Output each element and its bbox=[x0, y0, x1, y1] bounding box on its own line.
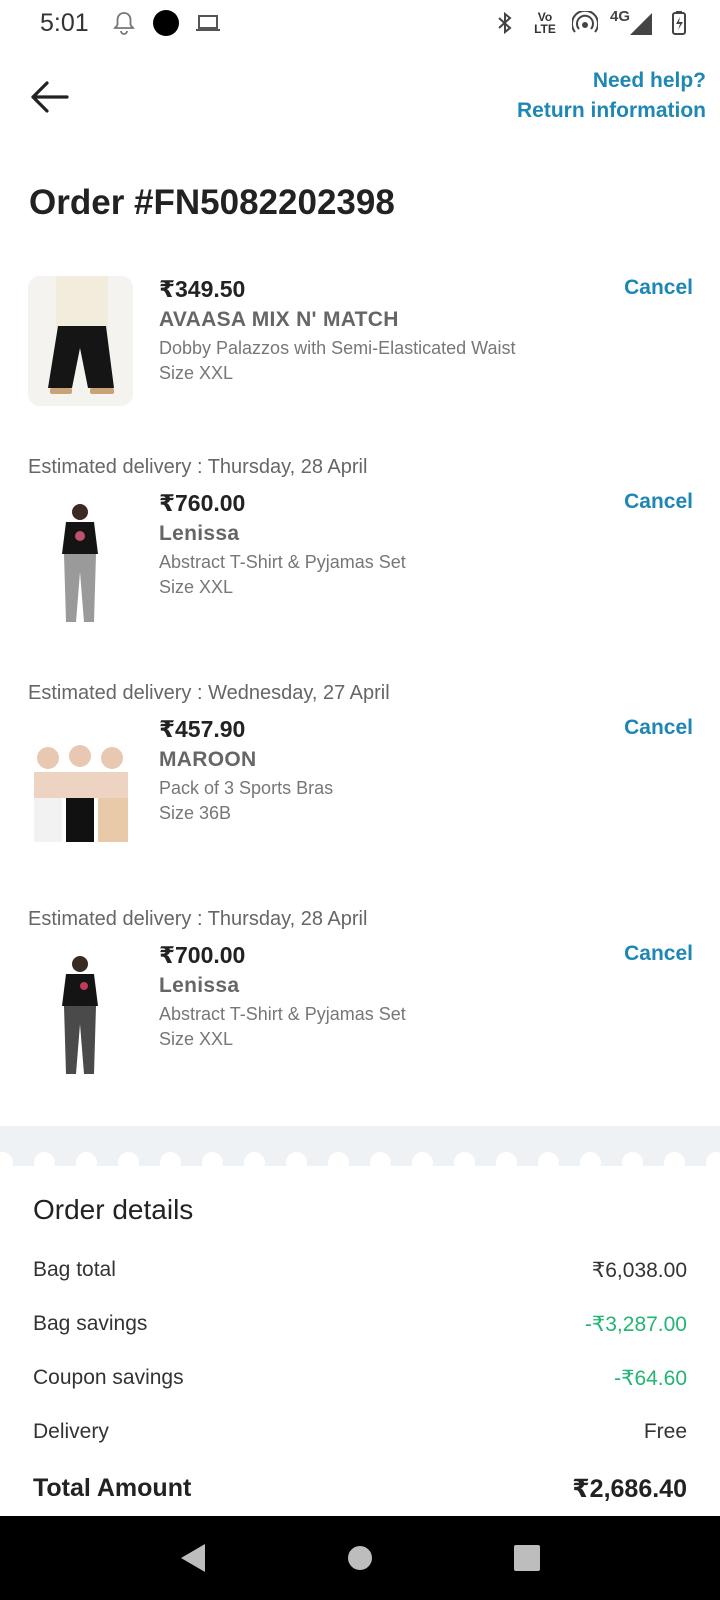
notification-bell-icon bbox=[111, 10, 137, 36]
back-arrow-icon bbox=[31, 81, 69, 113]
estimated-delivery: Estimated delivery : Thursday, 28 April bbox=[28, 456, 368, 478]
battery-charging-icon bbox=[666, 10, 692, 36]
volte-bottom-label: LTE bbox=[534, 22, 556, 36]
product-image[interactable] bbox=[28, 276, 133, 406]
item-size: Size 36B bbox=[159, 803, 232, 823]
item-size: Size XXL bbox=[159, 1029, 234, 1049]
return-information-link[interactable]: Return information bbox=[517, 96, 706, 126]
cancel-button[interactable]: Cancel bbox=[624, 716, 693, 740]
bag-savings-row: Bag savings -₹3,287.00 bbox=[33, 1312, 687, 1337]
system-nav-bar bbox=[0, 1516, 720, 1600]
order-details-title: Order details bbox=[33, 1194, 194, 1225]
nav-back-button[interactable] bbox=[173, 1538, 213, 1578]
estimated-delivery: Estimated delivery : Wednesday, 27 April bbox=[28, 682, 390, 704]
row-label: Bag total bbox=[33, 1258, 116, 1281]
item-brand: Lenissa bbox=[159, 522, 240, 545]
item-price: ₹760.00 bbox=[159, 490, 246, 516]
total-value: ₹2,686.40 bbox=[572, 1475, 687, 1503]
row-value: -₹64.60 bbox=[614, 1367, 687, 1390]
row-value: ₹6,038.00 bbox=[591, 1259, 687, 1282]
item-brand: Lenissa bbox=[159, 974, 240, 997]
item-size: Size XXL bbox=[159, 363, 234, 383]
total-label: Total Amount bbox=[33, 1474, 192, 1502]
order-title: Order #FN5082202398 bbox=[29, 183, 395, 222]
cancel-button[interactable]: Cancel bbox=[624, 276, 693, 300]
cancel-button[interactable]: Cancel bbox=[624, 490, 693, 514]
item-brand: MAROON bbox=[159, 748, 257, 771]
estimated-delivery: Estimated delivery : Thursday, 28 April bbox=[28, 908, 368, 930]
network-type-label: 4G bbox=[610, 8, 631, 25]
bag-total-row: Bag total ₹6,038.00 bbox=[33, 1258, 687, 1283]
item-price: ₹457.90 bbox=[159, 716, 246, 742]
item-price: ₹349.50 bbox=[159, 276, 246, 302]
laptop-icon bbox=[195, 10, 221, 36]
cancel-button[interactable]: Cancel bbox=[624, 942, 693, 966]
item-description: Pack of 3 Sports Bras bbox=[159, 778, 334, 798]
square-recents-icon bbox=[513, 1545, 540, 1571]
status-time: 5:01 bbox=[40, 8, 89, 37]
item-brand: AVAASA MIX N' MATCH bbox=[159, 308, 399, 331]
bluetooth-icon bbox=[492, 10, 518, 36]
row-label: Bag savings bbox=[33, 1312, 148, 1335]
delivery-row: Delivery Free bbox=[33, 1420, 687, 1444]
nav-recents-button[interactable] bbox=[507, 1538, 547, 1578]
hotspot-icon bbox=[572, 10, 598, 36]
volte-icon: Vo LTE bbox=[530, 10, 560, 36]
triangle-back-icon bbox=[181, 1544, 206, 1572]
coupon-savings-row: Coupon savings -₹64.60 bbox=[33, 1366, 687, 1391]
item-description: Dobby Palazzos with Semi-Elasticated Wai… bbox=[159, 338, 516, 358]
circle-home-icon bbox=[347, 1546, 372, 1570]
signal-icon: 4G bbox=[610, 8, 654, 36]
item-size: Size XXL bbox=[159, 577, 234, 597]
back-button[interactable] bbox=[28, 76, 70, 118]
product-image[interactable] bbox=[28, 728, 133, 858]
scallop-edge bbox=[0, 1152, 720, 1166]
section-divider bbox=[0, 1126, 720, 1166]
nav-home-button[interactable] bbox=[340, 1538, 380, 1578]
recording-dot-icon bbox=[152, 10, 179, 36]
product-image[interactable] bbox=[28, 502, 133, 632]
need-help-link[interactable]: Need help? bbox=[517, 66, 706, 96]
header: Need help? Return information bbox=[0, 60, 720, 140]
item-description: Abstract T-Shirt & Pyjamas Set bbox=[159, 552, 406, 572]
item-description: Abstract T-Shirt & Pyjamas Set bbox=[159, 1004, 406, 1024]
status-bar: 5:01 Vo LTE 4G bbox=[0, 0, 720, 46]
row-label: Coupon savings bbox=[33, 1366, 184, 1389]
product-image[interactable] bbox=[28, 954, 133, 1084]
total-amount-row: Total Amount ₹2,686.40 bbox=[33, 1474, 687, 1504]
row-value: Free bbox=[643, 1420, 687, 1443]
row-value: -₹3,287.00 bbox=[584, 1313, 687, 1336]
item-price: ₹700.00 bbox=[159, 942, 246, 968]
row-label: Delivery bbox=[33, 1420, 109, 1443]
